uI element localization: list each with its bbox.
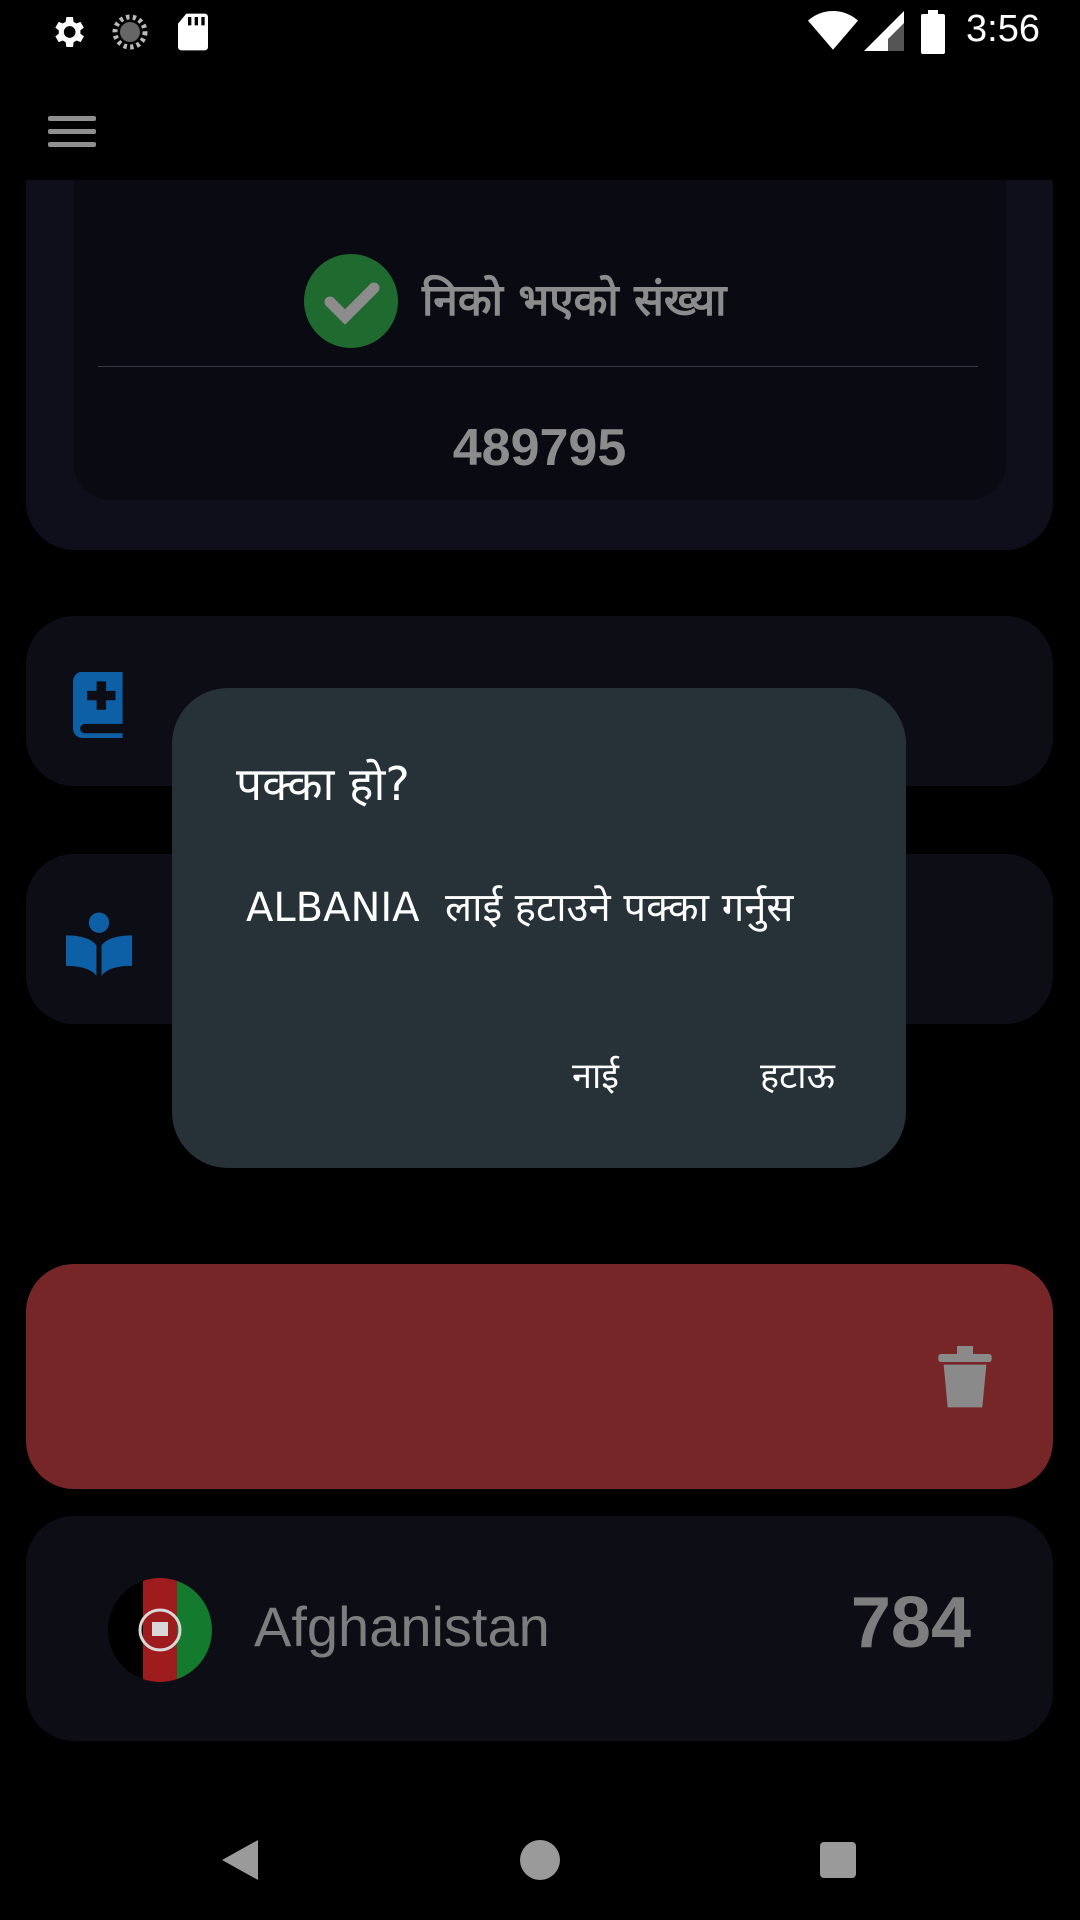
recents-icon[interactable] <box>820 1842 856 1878</box>
sync-icon <box>112 14 148 50</box>
country-count: 784 <box>850 1583 971 1663</box>
status-clock: 3:56 <box>966 8 1040 50</box>
system-nav-bar <box>0 1790 1080 1920</box>
sd-card-icon <box>178 13 208 51</box>
settings-icon <box>55 17 84 47</box>
trash-icon <box>938 1346 992 1408</box>
country-name: Afghanistan <box>254 1595 550 1658</box>
hamburger-menu-icon <box>36 116 112 147</box>
signal-icon <box>864 11 904 51</box>
dialog-title: पक्का हो? <box>236 757 410 811</box>
check-circle-icon <box>304 254 398 348</box>
status-bar: 3:56 <box>0 0 1080 66</box>
home-icon[interactable] <box>520 1840 560 1880</box>
confirm-dialog: पक्का हो? ALBANIA लाई हटाउने पक्का गर्नु… <box>172 688 906 1168</box>
dialog-message: ALBANIA लाई हटाउने पक्का गर्नुस <box>246 885 794 931</box>
reading-person-icon <box>66 912 132 976</box>
afghanistan-flag-icon <box>108 1578 212 1682</box>
remove-button[interactable]: हटाऊ <box>760 1050 835 1099</box>
recovered-card: निको भएको संख्या 489795 <box>26 180 1053 550</box>
battery-icon <box>921 10 945 54</box>
recovered-title: निको भएको संख्या <box>422 275 727 326</box>
divider <box>98 366 978 367</box>
recovered-value: 489795 <box>452 419 627 477</box>
cancel-button[interactable]: नाई <box>572 1050 619 1099</box>
menu-button[interactable] <box>36 108 112 164</box>
swipe-delete-background[interactable] <box>26 1264 1053 1489</box>
back-icon[interactable] <box>222 1840 258 1880</box>
country-card[interactable]: Afghanistan 784 <box>26 1516 1053 1741</box>
wifi-icon <box>808 11 858 50</box>
medical-book-icon <box>73 672 123 738</box>
